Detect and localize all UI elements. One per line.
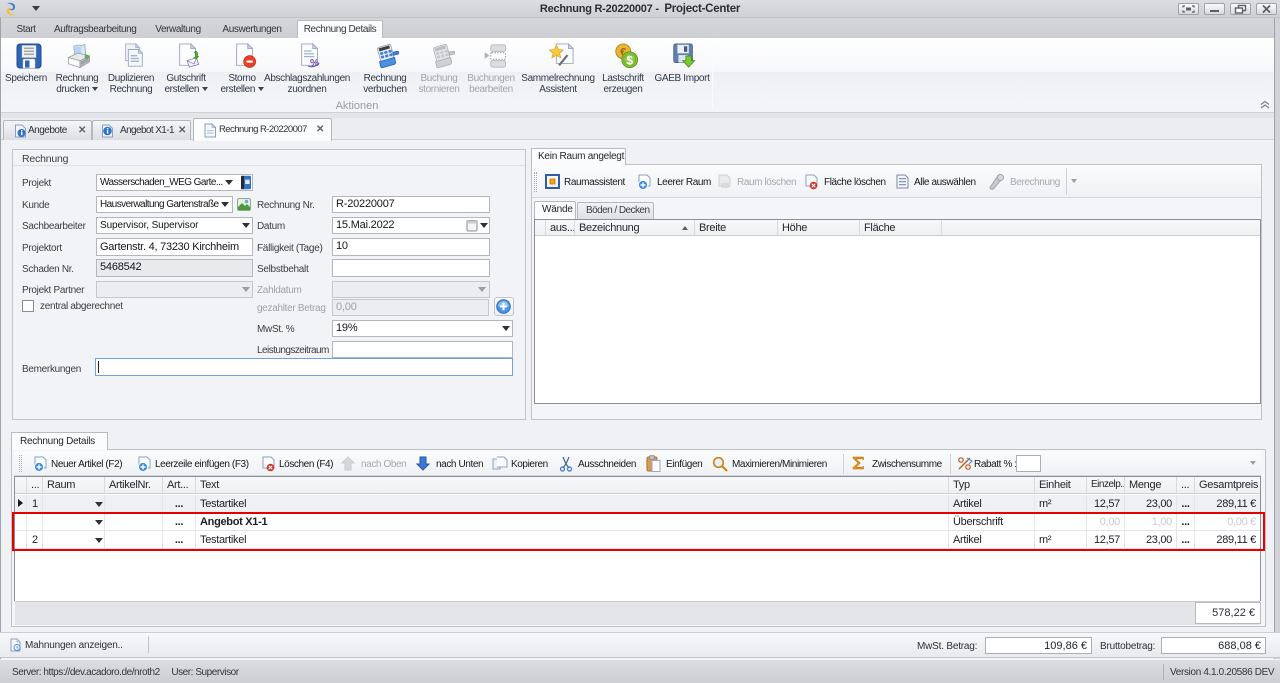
svg-text:$: $: [626, 53, 633, 67]
svg-text:%: %: [310, 58, 319, 69]
